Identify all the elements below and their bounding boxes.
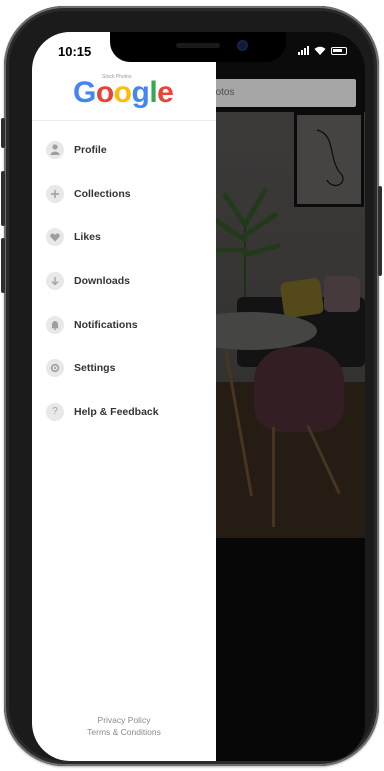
gear-icon: [46, 359, 64, 378]
notch: [110, 32, 286, 62]
volume-up-button: [1, 171, 5, 226]
phone-screen: hotos Google Stock Photos Profile Collec…: [32, 32, 365, 761]
wifi-icon: [314, 46, 326, 55]
menu-label: Settings: [74, 362, 116, 375]
navigation-drawer: Google Stock Photos Profile Collections: [32, 32, 216, 761]
menu-label: Collections: [74, 187, 131, 200]
menu-item-likes[interactable]: Likes: [32, 215, 216, 259]
drawer-header: Google Stock Photos: [32, 70, 216, 121]
question-icon: ?: [46, 402, 64, 421]
menu-item-downloads[interactable]: Downloads: [32, 259, 216, 303]
bell-icon: [46, 315, 64, 334]
download-icon: [46, 271, 64, 290]
logo-subtitle: Stock Photos: [102, 74, 132, 80]
person-icon: [46, 140, 64, 159]
menu-label: Help & Feedback: [74, 405, 159, 418]
menu-label: Profile: [74, 143, 107, 156]
volume-down-button: [1, 238, 5, 293]
menu-item-help-feedback[interactable]: ? Help & Feedback: [32, 390, 216, 434]
speaker: [176, 43, 220, 48]
status-time: 10:15: [58, 44, 92, 59]
privacy-policy-link[interactable]: Privacy Policy: [32, 714, 216, 726]
heart-icon: [46, 228, 64, 247]
menu-label: Notifications: [74, 318, 138, 331]
menu-label: Downloads: [74, 274, 131, 287]
menu-item-profile[interactable]: Profile: [32, 128, 216, 172]
menu-item-settings[interactable]: Settings: [32, 346, 216, 390]
plus-icon: [46, 184, 64, 203]
menu-label: Likes: [74, 231, 101, 244]
status-icons: [298, 46, 347, 55]
google-logo: Google: [73, 76, 174, 109]
battery-icon: [331, 47, 347, 55]
drawer-scrim[interactable]: [216, 32, 365, 761]
camera: [237, 40, 248, 51]
power-button: [378, 186, 382, 276]
drawer-footer: Privacy Policy Terms & Conditions: [32, 714, 216, 738]
signal-icon: [298, 46, 309, 55]
terms-conditions-link[interactable]: Terms & Conditions: [32, 726, 216, 738]
silent-switch: [1, 118, 5, 148]
drawer-menu: Profile Collections Likes Downloads Noti…: [32, 128, 216, 434]
menu-item-collections[interactable]: Collections: [32, 172, 216, 216]
menu-item-notifications[interactable]: Notifications: [32, 303, 216, 347]
phone-frame: hotos Google Stock Photos Profile Collec…: [1, 6, 382, 766]
